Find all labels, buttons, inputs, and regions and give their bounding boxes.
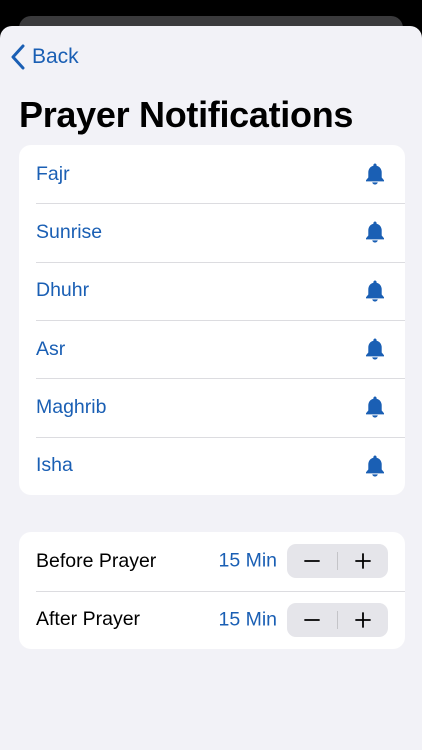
prayer-name: Sunrise — [36, 220, 103, 243]
after-prayer-stepper — [287, 602, 388, 637]
bell-icon[interactable] — [364, 337, 386, 361]
plus-icon — [355, 553, 371, 570]
after-prayer-label: After Prayer — [36, 608, 141, 631]
page-title: Prayer Notifications — [19, 94, 354, 135]
bell-icon[interactable] — [364, 162, 386, 186]
modal-sheet: Back Prayer Notifications Fajr Sunrise D… — [0, 26, 422, 750]
increment-button[interactable] — [338, 603, 388, 637]
decrement-button[interactable] — [287, 603, 337, 637]
prayer-row-dhuhr[interactable]: Dhuhr — [19, 261, 405, 320]
prayer-row-fajr[interactable]: Fajr — [19, 145, 405, 203]
bell-icon[interactable] — [364, 395, 386, 419]
increment-button[interactable] — [338, 544, 388, 578]
minus-icon — [304, 560, 320, 563]
prayer-name: Asr — [36, 337, 66, 360]
bell-icon[interactable] — [364, 454, 386, 478]
back-button-label: Back — [32, 45, 79, 68]
bell-icon[interactable] — [364, 279, 386, 303]
bell-icon[interactable] — [364, 220, 386, 244]
prayer-name: Isha — [36, 454, 73, 477]
prayer-name: Maghrib — [36, 395, 107, 418]
prayer-row-maghrib[interactable]: Maghrib — [19, 378, 405, 436]
prayer-row-sunrise[interactable]: Sunrise — [19, 203, 405, 261]
before-prayer-value: 15 Min — [218, 549, 277, 572]
prayer-row-isha[interactable]: Isha — [19, 436, 405, 495]
after-prayer-row: After Prayer 15 Min — [19, 590, 405, 650]
plus-icon — [355, 611, 371, 628]
after-prayer-value: 15 Min — [218, 608, 277, 631]
before-prayer-row: Before Prayer 15 Min — [19, 532, 405, 591]
back-button[interactable]: Back — [10, 40, 79, 74]
chevron-left-icon — [10, 44, 26, 70]
offset-settings: Before Prayer 15 Min After Prayer 15 Min — [19, 532, 405, 649]
prayer-name: Fajr — [36, 162, 70, 185]
decrement-button[interactable] — [287, 544, 337, 578]
prayer-row-asr[interactable]: Asr — [19, 319, 405, 378]
prayer-name: Dhuhr — [36, 279, 90, 302]
minus-icon — [304, 618, 320, 621]
before-prayer-stepper — [287, 544, 388, 579]
before-prayer-label: Before Prayer — [36, 549, 157, 572]
prayer-list: Fajr Sunrise Dhuhr Asr Maghrib Isha — [19, 145, 405, 495]
